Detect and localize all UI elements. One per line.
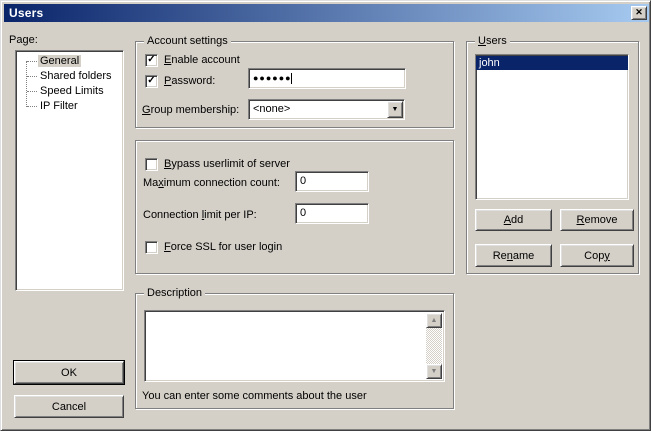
users-group-title: Users xyxy=(475,35,510,48)
scrollbar-track[interactable] xyxy=(426,328,442,364)
group-membership-value: <none> xyxy=(249,103,290,115)
description-group: Description ▲ ▼ You can enter some comme… xyxy=(135,293,454,409)
users-dialog-window: Users ✕ Page: General Shared folders Spe… xyxy=(0,0,651,431)
users-list-item[interactable]: john xyxy=(476,56,628,70)
tree-branch-icon xyxy=(27,91,37,92)
connection-limit-per-ip-input[interactable]: 0 xyxy=(295,203,369,224)
scroll-up-button[interactable]: ▲ xyxy=(426,313,442,328)
vertical-scrollbar[interactable]: ▲ ▼ xyxy=(426,313,442,379)
connection-limit-per-ip-value: 0 xyxy=(296,207,306,219)
password-label[interactable]: Password: xyxy=(164,75,215,88)
connection-limit-per-ip-label: Connection limit per IP: xyxy=(143,209,257,222)
ok-button[interactable]: OK xyxy=(14,361,124,384)
tree-item-label: Shared folders xyxy=(38,70,114,82)
remove-button[interactable]: Remove xyxy=(560,209,634,231)
description-textarea[interactable]: ▲ ▼ xyxy=(144,310,445,382)
tree-item-ip-filter[interactable]: IP Filter xyxy=(16,99,123,114)
scroll-down-button[interactable]: ▼ xyxy=(426,364,442,379)
dropdown-button[interactable]: ▼ xyxy=(387,101,403,118)
tree-item-general[interactable]: General xyxy=(16,54,123,69)
tree-item-label: Speed Limits xyxy=(38,85,106,97)
users-group: Users john Add Remove Rename Copy xyxy=(466,41,639,274)
users-list[interactable]: john xyxy=(475,54,629,200)
bypass-userlimit-label[interactable]: Bypass userlimit of server xyxy=(164,158,290,171)
copy-button[interactable]: Copy xyxy=(560,244,634,267)
enable-account-checkbox[interactable]: ✓ xyxy=(145,54,158,67)
max-connection-count-label: Maximum connection count: xyxy=(143,177,280,190)
ok-button-label: OK xyxy=(61,367,77,379)
titlebar[interactable]: Users ✕ xyxy=(4,4,649,22)
checkmark-icon: ✓ xyxy=(147,76,155,86)
cancel-button[interactable]: Cancel xyxy=(14,395,124,418)
account-settings-group: Account settings ✓ Enable account ✓ Pass… xyxy=(135,41,454,128)
enable-account-label[interactable]: Enable account xyxy=(164,54,240,67)
add-button[interactable]: Add xyxy=(475,209,552,231)
checkmark-icon: ✓ xyxy=(147,55,155,65)
chevron-down-icon: ▼ xyxy=(392,106,399,113)
cancel-button-label: Cancel xyxy=(52,401,86,413)
tree-branch-icon xyxy=(27,106,37,107)
group-membership-label: Group membership: xyxy=(142,104,239,117)
force-ssl-label[interactable]: Force SSL for user login xyxy=(164,241,282,254)
tree-item-label: General xyxy=(38,55,81,67)
close-button[interactable]: ✕ xyxy=(631,6,647,20)
account-settings-group-title: Account settings xyxy=(144,35,231,48)
close-icon: ✕ xyxy=(635,8,643,17)
connection-settings-group: Bypass userlimit of server Maximum conne… xyxy=(135,140,454,274)
description-value[interactable] xyxy=(147,313,426,379)
tree-branch-icon xyxy=(27,76,37,77)
page-tree[interactable]: General Shared folders Speed Limits IP F… xyxy=(15,50,124,291)
force-ssl-checkbox[interactable] xyxy=(145,241,158,254)
page-label: Page: xyxy=(9,34,38,47)
password-value: ●●●●●● xyxy=(249,73,292,83)
window-title: Users xyxy=(4,6,43,20)
max-connection-count-value: 0 xyxy=(296,175,306,187)
password-checkbox[interactable]: ✓ xyxy=(145,75,158,88)
rename-button[interactable]: Rename xyxy=(475,244,552,267)
tree-item-label: IP Filter xyxy=(38,100,80,112)
description-hint: You can enter some comments about the us… xyxy=(142,390,367,403)
bypass-userlimit-checkbox[interactable] xyxy=(145,158,158,171)
group-membership-select[interactable]: <none> ▼ xyxy=(248,99,405,120)
tree-branch-icon xyxy=(27,61,37,62)
password-input[interactable]: ●●●●●● xyxy=(248,68,406,89)
max-connection-count-input[interactable]: 0 xyxy=(295,171,369,192)
arrow-up-icon: ▲ xyxy=(431,317,438,324)
tree-item-speed-limits[interactable]: Speed Limits xyxy=(16,84,123,99)
arrow-down-icon: ▼ xyxy=(431,368,438,375)
text-caret xyxy=(291,73,292,84)
description-group-title: Description xyxy=(144,287,205,300)
tree-item-shared-folders[interactable]: Shared folders xyxy=(16,69,123,84)
